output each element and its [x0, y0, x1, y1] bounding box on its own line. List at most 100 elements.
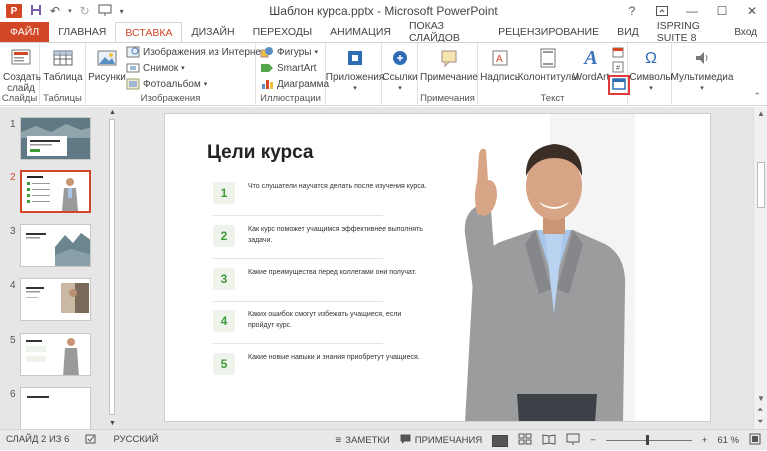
- collapse-ribbon-icon[interactable]: ⌃: [753, 91, 761, 102]
- notes-button[interactable]: ≡ ЗАМЕТКИ: [335, 435, 389, 446]
- slide-thumbnail-active[interactable]: [20, 170, 91, 213]
- goal-item[interactable]: 3 Какие преимущества перед коллегами они…: [213, 266, 416, 306]
- links-button[interactable]: Ссылки ▾: [382, 46, 418, 94]
- zoom-in-icon[interactable]: +: [702, 435, 708, 446]
- shapes-dropdown-icon[interactable]: ▾: [314, 48, 318, 56]
- fit-slide-icon[interactable]: [749, 433, 761, 448]
- normal-view-icon[interactable]: [492, 434, 509, 447]
- tab-slideshow[interactable]: ПОКАЗ СЛАЙДОВ: [400, 20, 489, 44]
- apps-button[interactable]: Приложения ▾: [326, 46, 384, 94]
- table-button[interactable]: Таблица: [43, 46, 83, 83]
- tab-design[interactable]: ДИЗАЙН: [182, 22, 243, 42]
- editor-scroll-thumb[interactable]: [757, 162, 765, 208]
- slide-thumb-row[interactable]: 5: [0, 333, 110, 377]
- goal-item[interactable]: 2 Как курс поможет учащимся эффективнее …: [213, 223, 423, 263]
- next-slide-icon[interactable]: ⏷: [757, 417, 763, 427]
- header-footer-button[interactable]: Колонтитулы: [518, 46, 578, 83]
- slideshow-icon[interactable]: [566, 433, 580, 448]
- smartart-button[interactable]: SmartArt: [260, 62, 316, 74]
- zoom-out-icon[interactable]: −: [590, 435, 596, 446]
- slide-thumbnail[interactable]: [20, 224, 91, 267]
- slide-thumb-row[interactable]: 3: [0, 224, 110, 268]
- tab-transitions[interactable]: ПЕРЕХОДЫ: [244, 22, 322, 42]
- screenshot-button[interactable]: Снимок ▾: [126, 62, 185, 74]
- group-label-notes: Примечания: [420, 93, 475, 104]
- tab-insert[interactable]: ВСТАВКА: [115, 22, 183, 42]
- photo-album-button[interactable]: Фотоальбом ▾: [126, 78, 207, 90]
- apps-dropdown-icon[interactable]: ▾: [353, 83, 357, 94]
- slide-number-button[interactable]: #: [612, 61, 626, 73]
- symbols-dropdown-icon[interactable]: ▾: [649, 83, 653, 94]
- chart-button[interactable]: Диаграмма: [260, 78, 329, 90]
- comments-button[interactable]: ПРИМЕЧАНИЯ: [400, 434, 482, 447]
- help-icon[interactable]: ?: [617, 0, 647, 22]
- undo-icon[interactable]: ↶: [50, 4, 60, 18]
- slide-thumbnail[interactable]: [20, 117, 91, 160]
- maximize-icon[interactable]: ☐: [707, 0, 737, 22]
- tab-view[interactable]: ВИД: [608, 22, 648, 42]
- slide-canvas[interactable]: Цели курса 1 Что слушатели научатся дела…: [164, 113, 711, 422]
- close-icon[interactable]: ✕: [737, 0, 767, 22]
- previous-slide-icon[interactable]: ⏶: [757, 405, 763, 415]
- header-footer-icon: [535, 46, 561, 70]
- slides-pane-scrollbar[interactable]: ▲ ▼: [107, 107, 117, 429]
- tab-file[interactable]: ФАЙЛ: [0, 22, 50, 42]
- slide-thumb-row[interactable]: 6: [0, 387, 110, 431]
- comment-button[interactable]: Примечание: [420, 46, 478, 83]
- slide-thumbnail[interactable]: [20, 278, 91, 321]
- zoom-slider[interactable]: [605, 435, 692, 445]
- shapes-button[interactable]: Фигуры ▾: [260, 46, 318, 58]
- scroll-up-icon[interactable]: ▲: [757, 109, 765, 118]
- slide-thumb-row[interactable]: 4: [0, 278, 110, 322]
- login-link[interactable]: Вход: [734, 22, 767, 42]
- slide-number: 5: [10, 335, 16, 346]
- ribbon-display-icon[interactable]: [647, 0, 677, 22]
- wordart-label: WordArt: [572, 72, 610, 83]
- zoom-slider-knob[interactable]: [645, 435, 649, 445]
- textbox-button[interactable]: A Надпись: [480, 46, 520, 83]
- slide-thumbnail[interactable]: [20, 387, 91, 430]
- goal-item[interactable]: 1 Что слушатели научатся делать после из…: [213, 180, 427, 220]
- redo-icon[interactable]: ↻: [80, 4, 90, 18]
- tab-home[interactable]: ГЛАВНАЯ: [49, 22, 115, 42]
- slide-sorter-icon[interactable]: [518, 433, 532, 448]
- editor-scrollbar[interactable]: ▲ ▼ ⏶ ⏷: [753, 107, 767, 429]
- date-time-button[interactable]: [612, 46, 626, 58]
- wordart-button[interactable]: A WordArt: [573, 46, 610, 84]
- presentation-icon[interactable]: [98, 4, 112, 19]
- slides-scroll-thumb[interactable]: [109, 119, 115, 415]
- slide-title[interactable]: Цели курса: [207, 142, 314, 164]
- goal-item[interactable]: 5 Какие новые навыки и знания приобретут…: [213, 351, 420, 391]
- customize-toolbar-icon[interactable]: ▾: [120, 7, 124, 16]
- reading-view-icon[interactable]: [542, 433, 556, 448]
- save-icon[interactable]: [30, 4, 42, 19]
- spellcheck-icon[interactable]: [85, 434, 97, 447]
- slide-thumb-row[interactable]: 2: [0, 170, 110, 214]
- slide-thumbnail[interactable]: [20, 333, 91, 376]
- minimize-icon[interactable]: —: [677, 0, 707, 22]
- presenter-photo[interactable]: [455, 114, 635, 422]
- zoom-level[interactable]: 61 %: [717, 435, 739, 446]
- media-button[interactable]: Мультимедиа ▾: [671, 46, 733, 94]
- photo-album-dropdown-icon[interactable]: ▾: [204, 80, 208, 88]
- scroll-down-icon[interactable]: ▼: [757, 394, 765, 403]
- undo-dropdown-icon[interactable]: ▾: [68, 7, 72, 15]
- tab-review[interactable]: РЕЦЕНЗИРОВАНИЕ: [489, 22, 608, 42]
- goal-number: 2: [213, 225, 235, 247]
- links-dropdown-icon[interactable]: ▾: [398, 83, 402, 94]
- tab-animations[interactable]: АНИМАЦИЯ: [321, 22, 400, 42]
- object-button[interactable]: [608, 75, 630, 95]
- goal-item[interactable]: 4 Каких ошибок смогут избежать учащиеся,…: [213, 308, 401, 348]
- symbols-button[interactable]: Ω Символы ▾: [629, 46, 672, 94]
- media-dropdown-icon[interactable]: ▾: [700, 83, 704, 94]
- online-pictures-button[interactable]: Изображения из Интернета: [126, 46, 271, 58]
- scroll-up-icon[interactable]: ▲: [109, 109, 116, 116]
- new-slide-button[interactable]: Создать слайд: [3, 46, 41, 94]
- slide-thumb-row[interactable]: 1: [0, 117, 110, 161]
- pictures-button[interactable]: Рисунки: [88, 46, 126, 83]
- smartart-icon: [260, 62, 274, 74]
- screenshot-dropdown-icon[interactable]: ▾: [181, 64, 185, 72]
- tab-ispring[interactable]: ISPRING SUITE 8: [648, 20, 735, 44]
- language-indicator[interactable]: РУССКИЙ: [113, 434, 158, 447]
- scroll-down-icon[interactable]: ▼: [109, 420, 116, 427]
